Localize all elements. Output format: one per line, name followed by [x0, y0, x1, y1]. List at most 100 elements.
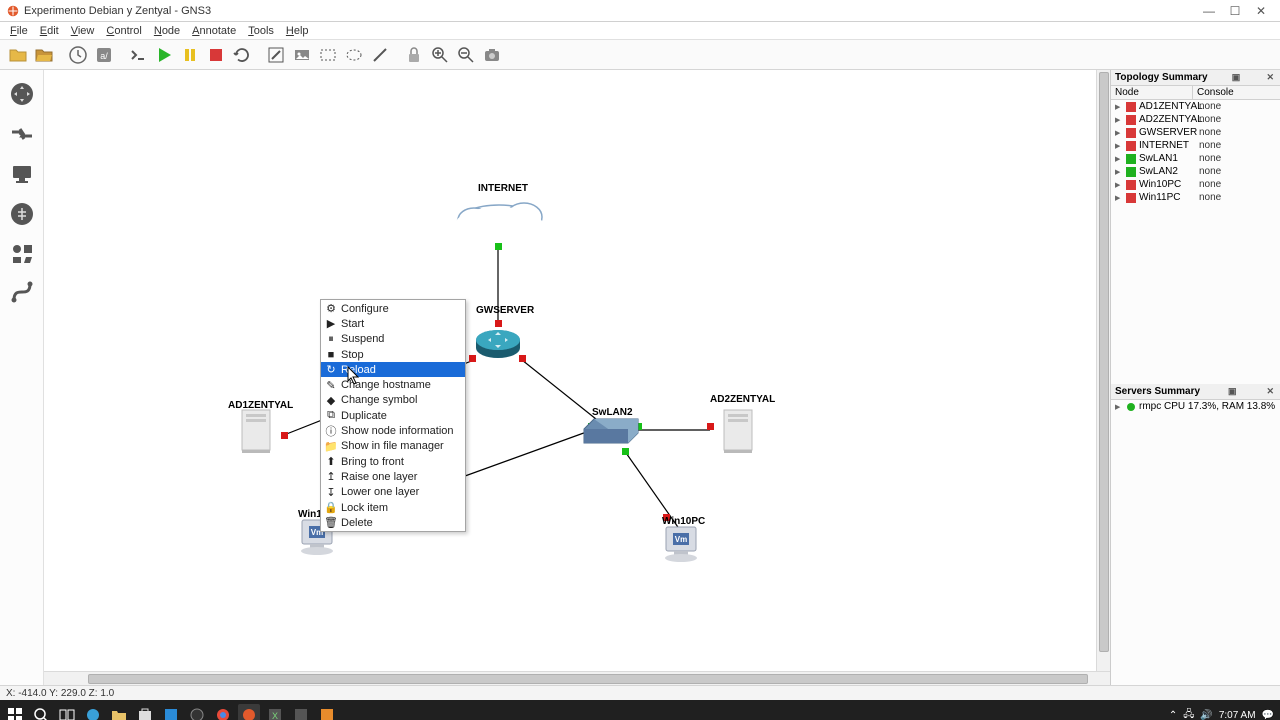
maximize-button[interactable]: ☐	[1222, 2, 1248, 20]
svg-text:Vm: Vm	[675, 535, 687, 544]
canvas[interactable]: Vm Vm INTERNET GWSERVER AD1ZENTYAL AD2ZE…	[44, 70, 1110, 685]
start-button[interactable]	[4, 704, 26, 720]
app4-icon[interactable]	[316, 704, 338, 720]
start-all-button[interactable]	[152, 43, 176, 67]
tray-notifications-icon[interactable]: 💬	[1262, 710, 1274, 720]
reload-all-button[interactable]	[230, 43, 254, 67]
open-project-button[interactable]	[32, 43, 56, 67]
topology-row[interactable]: ▶Win11PCnone	[1111, 191, 1280, 204]
topology-header: Topology Summary ▣ ✕	[1111, 70, 1280, 86]
obs-icon[interactable]	[186, 704, 208, 720]
minimize-button[interactable]: —	[1196, 2, 1222, 20]
menu-annotate[interactable]: Annotate	[186, 25, 242, 37]
node-label-ad1[interactable]: AD1ZENTYAL	[228, 400, 293, 411]
rectangle-button[interactable]	[316, 43, 340, 67]
search-button[interactable]	[30, 704, 52, 720]
menu-node[interactable]: Node	[148, 25, 186, 37]
node-label-win10[interactable]: Win10PC	[662, 516, 705, 527]
end-devices-category[interactable]	[4, 156, 40, 192]
task-view-button[interactable]	[56, 704, 78, 720]
ctx-item-delete[interactable]: 🗑Delete	[321, 515, 465, 530]
menu-control[interactable]: Control	[100, 25, 147, 37]
canvas-vertical-scrollbar[interactable]	[1096, 70, 1110, 671]
ctx-item-lower-one-layer[interactable]: ↧Lower one layer	[321, 485, 465, 500]
tray-network-icon[interactable]: 🖧	[1183, 707, 1194, 720]
app3-icon[interactable]	[290, 704, 312, 720]
topology-row[interactable]: ▶SwLAN2none	[1111, 165, 1280, 178]
add-link-tool[interactable]	[4, 276, 40, 312]
zoom-out-button[interactable]	[454, 43, 478, 67]
menu-file[interactable]: File	[4, 25, 34, 37]
note-button[interactable]	[264, 43, 288, 67]
node-label-win11[interactable]: Win1	[298, 509, 322, 520]
stop-all-button[interactable]	[204, 43, 228, 67]
console-button[interactable]	[126, 43, 150, 67]
topology-row[interactable]: ▶SwLAN1none	[1111, 152, 1280, 165]
security-category[interactable]	[4, 196, 40, 232]
servers-header: Servers Summary ▣ ✕	[1111, 384, 1280, 400]
routers-category[interactable]	[4, 76, 40, 112]
store-icon[interactable]	[134, 704, 156, 720]
node-label-gwserver[interactable]: GWSERVER	[476, 305, 534, 316]
canvas-horizontal-scrollbar[interactable]	[44, 671, 1110, 685]
app2-icon[interactable]: X	[264, 704, 286, 720]
system-tray[interactable]: ⌃ 🖧 🔊 7:07 AM 💬	[1169, 707, 1278, 720]
ellipse-button[interactable]	[342, 43, 366, 67]
explorer-icon[interactable]	[108, 704, 130, 720]
menu-edit[interactable]: Edit	[34, 25, 65, 37]
topology-row[interactable]: ▶AD1ZENTYALnone	[1111, 100, 1280, 113]
svg-text:a/: a/	[100, 51, 108, 61]
line-button[interactable]	[368, 43, 392, 67]
ctx-item-lock-item[interactable]: 🔒Lock item	[321, 500, 465, 515]
topology-row[interactable]: ▶INTERNETnone	[1111, 139, 1280, 152]
panel-dock-button[interactable]: ▣	[1230, 72, 1243, 83]
new-project-button[interactable]	[6, 43, 30, 67]
suspend-all-button[interactable]	[178, 43, 202, 67]
node-label-swlan2[interactable]: SwLAN2	[592, 407, 633, 418]
ctx-item-show-in-file-manager[interactable]: 📁Show in file manager	[321, 439, 465, 454]
ctx-item-start[interactable]: ▶Start	[321, 316, 465, 331]
insert-image-button[interactable]	[290, 43, 314, 67]
node-label-ad2[interactable]: AD2ZENTYAL	[710, 394, 775, 405]
gns3-taskbar-icon[interactable]	[238, 704, 260, 720]
servers-close-button[interactable]: ✕	[1264, 386, 1276, 397]
topology-row[interactable]: ▶GWSERVERnone	[1111, 126, 1280, 139]
tray-caret-icon[interactable]: ⌃	[1169, 710, 1177, 720]
ctx-item-duplicate[interactable]: ⧉Duplicate	[321, 408, 465, 423]
menu-help[interactable]: Help	[280, 25, 315, 37]
ctx-item-change-symbol[interactable]: ◆Change symbol	[321, 393, 465, 408]
close-button[interactable]: ✕	[1248, 2, 1274, 20]
topology-row[interactable]: ▶Win10PCnone	[1111, 178, 1280, 191]
menu-view[interactable]: View	[65, 25, 101, 37]
tray-clock[interactable]: 7:07 AM	[1219, 710, 1256, 720]
ctx-item-suspend[interactable]: ⏸Suspend	[321, 332, 465, 347]
ctx-item-show-node-information[interactable]: ⓘShow node information	[321, 423, 465, 438]
lock-button[interactable]	[402, 43, 426, 67]
ctx-item-configure[interactable]: ⚙Configure	[321, 301, 465, 316]
topology-row[interactable]: ▶AD2ZENTYALnone	[1111, 113, 1280, 126]
chrome-icon[interactable]	[212, 704, 234, 720]
ctx-item-bring-to-front[interactable]: ⬆Bring to front	[321, 454, 465, 469]
panel-close-button[interactable]: ✕	[1264, 72, 1276, 83]
tray-volume-icon[interactable]: 🔊	[1200, 710, 1212, 720]
server-row[interactable]: ▶ rmpc CPU 17.3%, RAM 13.8%	[1111, 400, 1280, 413]
taskbar: X ⌃ 🖧 🔊 7:07 AM 💬	[0, 700, 1280, 720]
col-node[interactable]: Node	[1111, 86, 1193, 99]
edge-icon[interactable]	[82, 704, 104, 720]
col-console[interactable]: Console	[1193, 86, 1280, 99]
node-label-internet[interactable]: INTERNET	[478, 183, 528, 194]
switches-category[interactable]	[4, 116, 40, 152]
app1-icon[interactable]	[160, 704, 182, 720]
servers-dock-button[interactable]: ▣	[1226, 386, 1239, 397]
screenshot-button[interactable]	[480, 43, 504, 67]
ctx-item-reload[interactable]: ↻Reload	[321, 362, 465, 377]
snapshot-button[interactable]	[66, 43, 90, 67]
all-devices-category[interactable]	[4, 236, 40, 272]
ctx-item-stop[interactable]: ■Stop	[321, 347, 465, 362]
topology-panel: Topology Summary ▣ ✕ Node Console ▶AD1ZE…	[1111, 70, 1280, 384]
show-hide-button[interactable]: a/	[92, 43, 116, 67]
ctx-item-raise-one-layer[interactable]: ↥Raise one layer	[321, 469, 465, 484]
menu-tools[interactable]: Tools	[242, 25, 280, 37]
zoom-in-button[interactable]	[428, 43, 452, 67]
ctx-item-change-hostname[interactable]: ✎Change hostname	[321, 377, 465, 392]
